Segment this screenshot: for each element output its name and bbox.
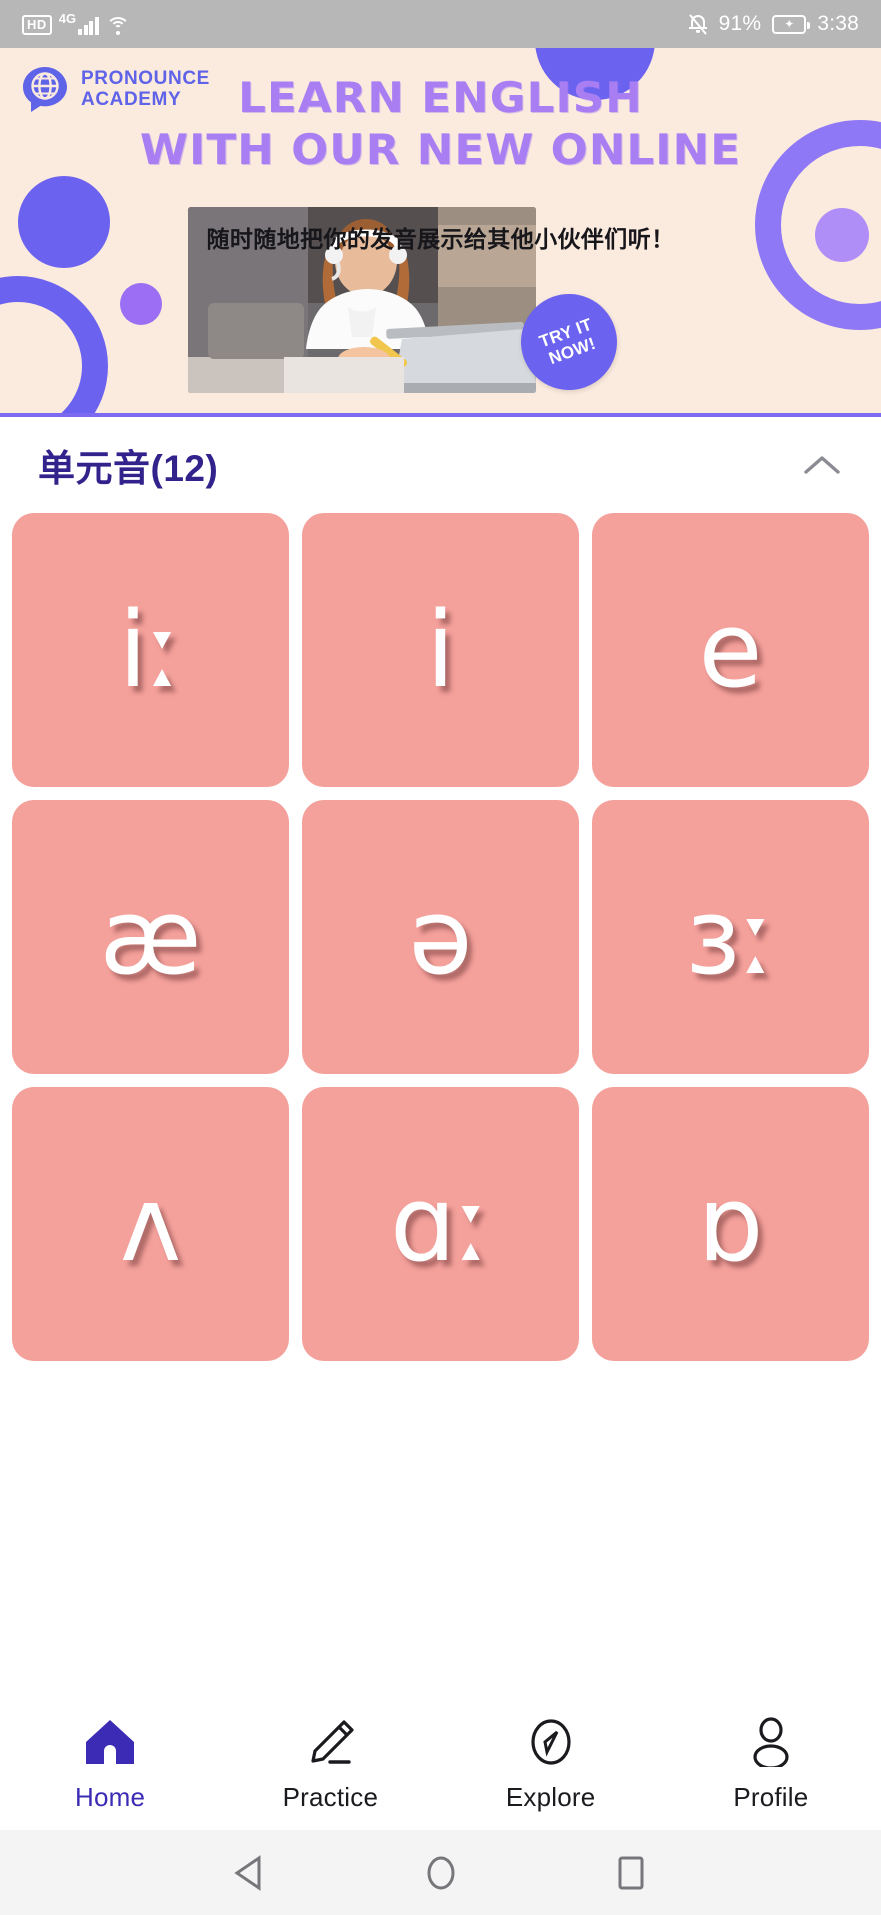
globe-speech-bubble-icon xyxy=(20,64,70,114)
phoneme-card[interactable]: iː xyxy=(12,513,289,787)
phoneme-symbol: i xyxy=(426,589,455,711)
brand-name-line1: PRONOUNCE xyxy=(81,68,210,89)
banner-headline-line2: WITH OUR NEW ONLINE xyxy=(139,125,742,174)
phoneme-symbol: ɑː xyxy=(389,1163,492,1285)
nav-label-practice: Practice xyxy=(282,1781,379,1812)
brand-name: PRONOUNCE ACADEMY xyxy=(81,68,210,110)
nav-label-profile: Profile xyxy=(733,1781,809,1812)
status-bar-right: 91% ✦ 3:38 xyxy=(688,12,859,36)
decorative-circle xyxy=(120,283,162,325)
signal-bar-group xyxy=(78,17,99,35)
phoneme-card[interactable]: i xyxy=(302,513,579,787)
decorative-ring xyxy=(0,276,108,413)
battery-percent-label: 91% xyxy=(718,12,762,35)
network-type-label: 4G xyxy=(58,11,77,26)
bell-muted-icon xyxy=(688,13,708,35)
bottom-navigation: Home Practice Explore Profile xyxy=(0,1705,881,1830)
pencil-icon xyxy=(303,1717,357,1772)
section-header[interactable]: 单元音(12) xyxy=(0,417,881,513)
brand-name-line2: ACADEMY xyxy=(81,89,182,110)
phoneme-card[interactable]: ɜː xyxy=(592,800,869,1074)
phoneme-symbol: e xyxy=(698,589,763,711)
phoneme-grid: iː i e æ ə ɜː ʌ ɑː ɒ xyxy=(12,513,869,1361)
banner-headline-line1: LEARN ENGLISH xyxy=(238,73,643,122)
phoneme-card[interactable]: e xyxy=(592,513,869,787)
phoneme-card[interactable]: ɒ xyxy=(592,1087,869,1361)
phoneme-symbol: æ xyxy=(99,876,202,998)
phone-screen: HD 4G 91% ✦ 3:38 PRONOUNCE ACADEMY LEARN… xyxy=(0,0,881,1915)
signal-bars-icon: 4G xyxy=(58,11,99,35)
home-circle-icon[interactable] xyxy=(421,1852,461,1894)
phoneme-card[interactable]: ʌ xyxy=(12,1087,289,1361)
status-bar-clock: 3:38 xyxy=(817,12,859,35)
phoneme-grid-container: iː i e æ ə ɜː ʌ ɑː ɒ xyxy=(0,513,881,1705)
phoneme-card[interactable]: ə xyxy=(302,800,579,1074)
nav-item-profile[interactable]: Profile xyxy=(691,1716,851,1813)
phoneme-card[interactable]: ɑː xyxy=(302,1087,579,1361)
battery-charging-icon: ✦ xyxy=(772,14,811,34)
phoneme-symbol: ɒ xyxy=(697,1163,764,1285)
phoneme-symbol: ə xyxy=(408,876,473,998)
android-system-nav xyxy=(0,1830,881,1915)
home-icon xyxy=(83,1717,137,1772)
nav-label-explore: Explore xyxy=(505,1781,596,1812)
status-bar-left: HD 4G xyxy=(22,11,130,35)
chevron-up-icon[interactable] xyxy=(799,442,845,488)
phoneme-symbol: ɜː xyxy=(685,876,776,998)
nav-item-explore[interactable]: Explore xyxy=(471,1717,631,1813)
wifi-icon xyxy=(105,17,130,35)
person-icon xyxy=(744,1716,798,1772)
status-bar: HD 4G 91% ✦ 3:38 xyxy=(0,0,881,48)
nav-item-practice[interactable]: Practice xyxy=(250,1717,410,1813)
nav-item-home[interactable]: Home xyxy=(30,1717,190,1813)
section-title: 单元音(12) xyxy=(38,448,219,489)
brand-logo: PRONOUNCE ACADEMY xyxy=(20,64,210,114)
back-triangle-icon[interactable] xyxy=(231,1852,271,1894)
phoneme-symbol: ʌ xyxy=(119,1163,182,1285)
nav-label-home: Home xyxy=(75,1781,146,1812)
recents-square-icon[interactable] xyxy=(611,1852,651,1894)
hd-icon: HD xyxy=(22,15,52,35)
phoneme-symbol: iː xyxy=(118,589,183,711)
compass-icon xyxy=(524,1717,578,1772)
promo-banner[interactable]: PRONOUNCE ACADEMY LEARN ENGLISH WITH OUR… xyxy=(0,48,881,417)
banner-subtitle: 随时随地把你的发音展示给其他小伙伴们听！ xyxy=(206,226,675,252)
phoneme-card[interactable]: æ xyxy=(12,800,289,1074)
